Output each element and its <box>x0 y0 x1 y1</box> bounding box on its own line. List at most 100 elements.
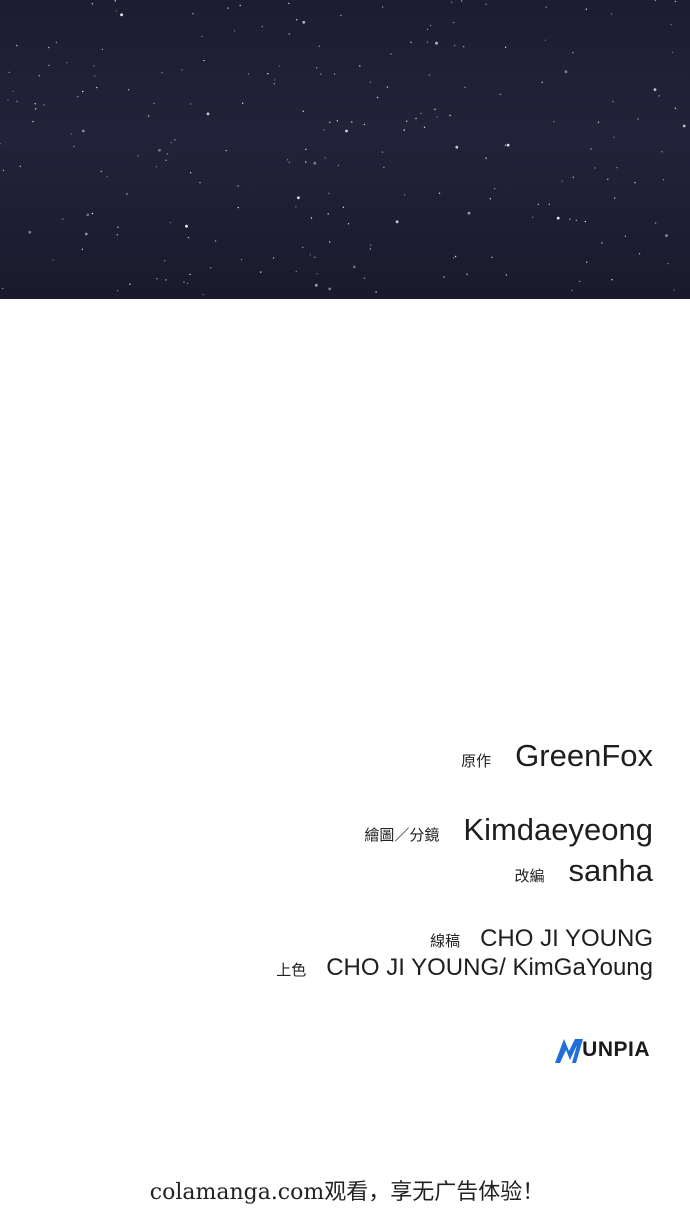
star <box>295 270 297 273</box>
star <box>227 7 229 9</box>
star <box>100 170 102 173</box>
star <box>120 13 123 17</box>
star <box>116 234 119 236</box>
star <box>464 86 466 89</box>
star <box>91 3 94 5</box>
star <box>420 112 422 115</box>
star <box>634 182 636 184</box>
star <box>77 96 79 98</box>
star <box>288 33 290 35</box>
star <box>351 121 353 123</box>
star <box>161 72 163 74</box>
star <box>186 282 189 285</box>
star <box>426 41 429 43</box>
star <box>613 197 616 199</box>
credit-art-storyboard: 繪圖／分鏡 Kimdaeyeong <box>364 812 653 848</box>
star <box>624 235 627 237</box>
star <box>278 65 281 67</box>
star <box>537 203 539 206</box>
star <box>318 45 320 47</box>
star <box>423 126 426 128</box>
credit-adaptation: 改編 sanha <box>515 853 653 889</box>
star <box>345 129 348 133</box>
credit-name: CHO JI YOUNG/ KimGaYoung <box>326 954 653 981</box>
star <box>324 157 326 159</box>
star <box>126 193 128 195</box>
star <box>654 222 657 224</box>
star <box>682 124 686 128</box>
star <box>28 230 32 234</box>
star <box>12 90 14 93</box>
munpia-logo: UNPIA <box>554 1036 650 1064</box>
star <box>189 273 191 276</box>
munpia-logo-text: UNPIA <box>582 1038 650 1061</box>
star <box>363 123 366 126</box>
star <box>428 74 431 76</box>
star <box>610 13 613 15</box>
star <box>233 30 236 32</box>
star <box>333 73 336 75</box>
star <box>403 194 406 196</box>
star <box>302 20 306 24</box>
star <box>506 143 510 147</box>
star <box>66 61 68 64</box>
star <box>342 206 345 208</box>
star <box>381 151 384 153</box>
star <box>199 182 201 184</box>
star <box>363 277 366 279</box>
star <box>16 44 18 47</box>
star <box>192 13 194 15</box>
star <box>91 212 94 215</box>
star <box>169 221 172 224</box>
star <box>638 253 641 255</box>
star <box>115 10 118 12</box>
star <box>434 108 436 111</box>
star <box>426 28 429 30</box>
star <box>403 129 405 131</box>
star <box>504 46 507 48</box>
star <box>0 143 1 145</box>
star <box>81 248 84 250</box>
star <box>415 117 417 120</box>
star <box>7 99 9 102</box>
star <box>637 118 639 120</box>
star <box>369 248 371 250</box>
star <box>328 287 332 291</box>
star <box>443 276 445 278</box>
star <box>210 267 212 269</box>
star <box>584 220 587 223</box>
star <box>137 155 139 157</box>
star <box>158 148 161 152</box>
star <box>452 21 455 24</box>
star <box>305 161 307 163</box>
star <box>295 206 297 208</box>
star <box>586 261 588 263</box>
star <box>129 283 131 285</box>
star <box>302 246 304 248</box>
star <box>288 2 290 5</box>
star <box>237 185 239 187</box>
star <box>267 73 269 75</box>
star <box>189 103 192 105</box>
star <box>273 83 275 85</box>
star <box>556 216 560 220</box>
star <box>561 180 563 182</box>
star <box>52 259 54 261</box>
star <box>155 166 158 168</box>
star <box>272 257 275 259</box>
star <box>86 213 90 217</box>
star <box>165 159 167 161</box>
star <box>340 14 342 17</box>
star <box>504 144 507 146</box>
star <box>240 259 243 261</box>
star <box>611 279 613 281</box>
star <box>32 120 34 123</box>
star <box>242 102 244 105</box>
star <box>316 67 318 69</box>
star <box>463 45 465 48</box>
star <box>237 206 239 209</box>
star <box>352 265 356 269</box>
star <box>594 167 596 169</box>
star <box>607 178 609 180</box>
star <box>673 289 675 291</box>
